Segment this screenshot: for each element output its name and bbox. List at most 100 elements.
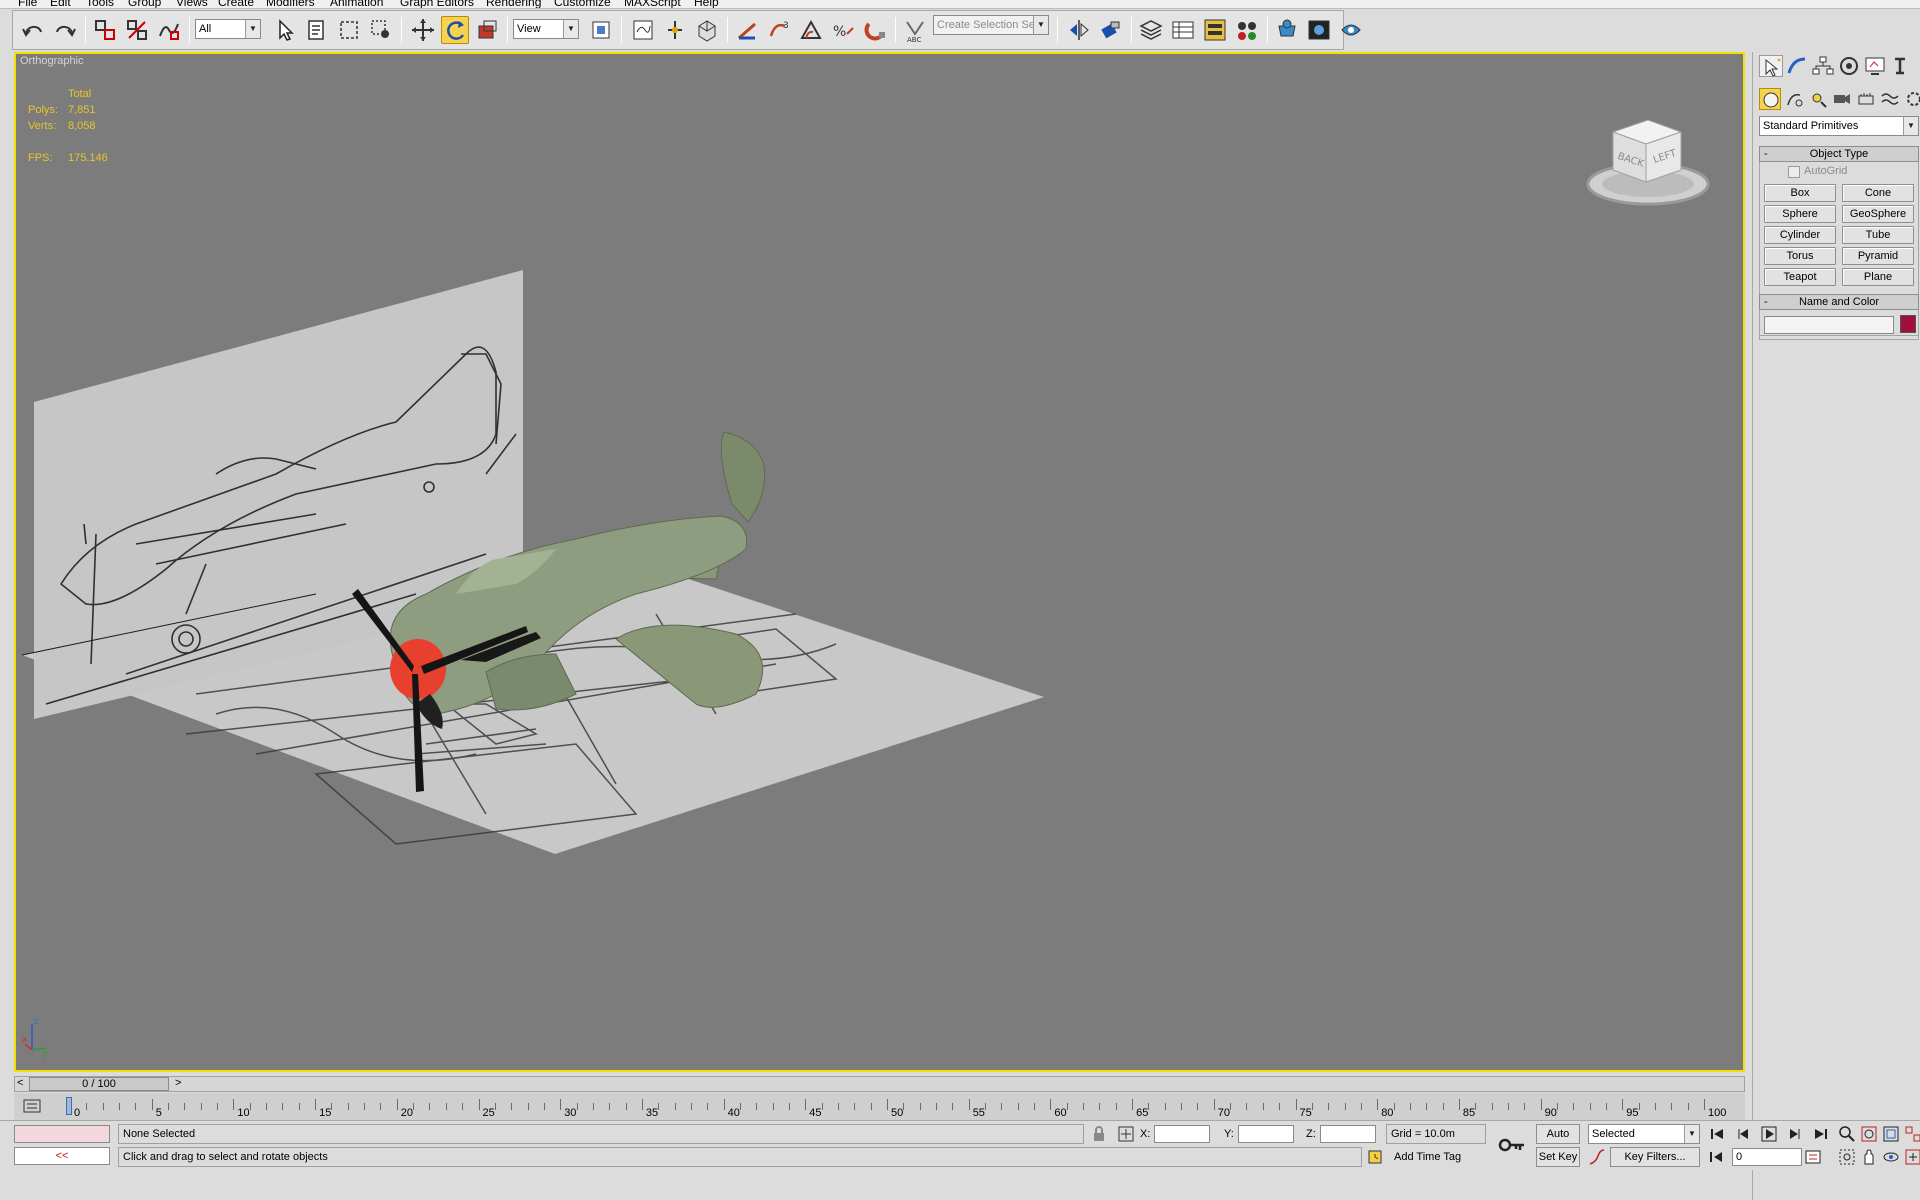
named-selection-set-dropdown[interactable]: Create Selection Set ▼ [933,15,1049,35]
select-and-manipulate-icon[interactable] [629,16,657,44]
display-tab-icon[interactable] [1863,55,1887,77]
space-warps-category-icon[interactable] [1879,88,1901,110]
select-and-move-icon[interactable] [409,16,437,44]
menu-edit[interactable]: Edit [50,0,71,8]
torus-button[interactable]: Torus [1764,247,1836,265]
set-key-mode-icon[interactable] [1496,1129,1528,1161]
menu-group[interactable]: Group [128,0,161,8]
object-color-swatch[interactable] [1900,315,1916,333]
object-type-rollout-header[interactable]: - Object Type [1759,146,1919,162]
select-and-rotate-icon[interactable] [441,16,469,44]
zoom-all-icon[interactable] [1860,1125,1878,1143]
go-to-start-icon[interactable] [1708,1125,1726,1143]
curve-editor-icon[interactable] [1201,16,1229,44]
angle-snap-icon[interactable] [733,16,761,44]
spinner-snap-icon[interactable] [797,16,825,44]
default-in-out-tangents-icon[interactable] [1588,1148,1606,1166]
select-by-name-icon[interactable] [303,16,331,44]
menu-help[interactable]: Help [694,0,719,8]
object-name-input[interactable] [1764,316,1894,334]
select-and-scale-icon[interactable] [473,16,501,44]
menu-tools[interactable]: Tools [86,0,114,8]
orbit-icon[interactable] [1882,1148,1900,1166]
lights-category-icon[interactable] [1807,88,1829,110]
keyboard-shortcut-override-icon[interactable] [661,16,689,44]
viewport-label[interactable]: Orthographic [20,55,84,67]
time-slider-handle[interactable]: 0 / 100 [29,1077,169,1091]
sphere-button[interactable]: Sphere [1764,205,1836,223]
z-coordinate-input[interactable] [1320,1125,1376,1143]
render-production-icon[interactable] [1337,16,1361,44]
select-object-icon[interactable] [271,16,299,44]
auto-key-button[interactable]: Auto Key [1536,1124,1580,1158]
maximize-viewport-icon[interactable] [1904,1148,1920,1166]
undo-icon[interactable] [19,16,47,44]
menu-customize[interactable]: Customize [554,0,611,8]
menu-animation[interactable]: Animation [330,0,383,8]
cameras-category-icon[interactable] [1831,88,1853,110]
helpers-category-icon[interactable] [1855,88,1877,110]
menu-modifiers[interactable]: Modifiers [266,0,315,8]
go-to-end-icon[interactable] [1812,1125,1830,1143]
use-pivot-center-icon[interactable] [587,16,615,44]
y-coordinate-input[interactable] [1238,1125,1294,1143]
zoom-extents-all-icon[interactable] [1904,1125,1920,1143]
play-icon[interactable] [1760,1125,1778,1143]
render-setup-icon[interactable] [1305,16,1333,44]
time-tag-icon[interactable] [1366,1148,1384,1166]
time-configuration-icon[interactable] [1804,1148,1822,1166]
schematic-view-icon[interactable] [1233,16,1261,44]
systems-category-icon[interactable] [1903,88,1920,110]
zoom-icon[interactable] [1838,1125,1856,1143]
layer-manager-icon[interactable] [1137,16,1165,44]
pan-view-icon[interactable] [1860,1148,1878,1166]
window-crossing-icon[interactable] [367,16,395,44]
maxscript-listener-input[interactable] [14,1125,110,1143]
maxscript-listener-output[interactable]: << [14,1147,110,1165]
object-category-dropdown[interactable]: Standard Primitives ▼ [1759,116,1919,136]
menu-graph-editors[interactable]: Graph Editors [400,0,474,8]
plane-button[interactable]: Plane [1842,268,1914,286]
next-frame-icon[interactable] [1786,1125,1804,1143]
modify-tab-icon[interactable] [1785,55,1809,77]
mirror-icon[interactable] [1065,16,1093,44]
menu-rendering[interactable]: Rendering [486,0,541,8]
absolute-mode-icon[interactable] [1117,1125,1135,1143]
unlink-selection-icon[interactable] [123,16,151,44]
autogrid-checkbox[interactable] [1788,166,1800,178]
snaps-toggle-icon[interactable] [693,16,721,44]
set-key-button[interactable]: Set Key [1536,1147,1580,1167]
name-and-color-rollout-header[interactable]: - Name and Color [1759,294,1919,310]
cone-button[interactable]: Cone [1842,184,1914,202]
lock-selection-icon[interactable] [1090,1125,1108,1143]
scene-canvas[interactable] [16,54,1745,1072]
viewcube[interactable]: BACK LEFT [1583,112,1713,212]
perspective-viewport[interactable]: Orthographic Total Polys: 7,851 Verts: 8… [14,52,1745,1072]
zoom-region-icon[interactable] [1838,1148,1856,1166]
key-mode-toggle-icon[interactable] [1708,1148,1726,1166]
track-bar[interactable]: 0 5 10 15 20 25 30 35 40 45 50 55 60 65 70 75 80 85 90 95 10… [14,1093,1745,1121]
x-coordinate-input[interactable] [1154,1125,1210,1143]
tube-button[interactable]: Tube [1842,226,1914,244]
key-mode-dropdown[interactable]: Selected ▼ [1588,1124,1700,1144]
material-editor-icon[interactable] [1273,16,1301,44]
shapes-category-icon[interactable] [1783,88,1805,110]
redo-icon[interactable] [51,16,79,44]
current-time-marker[interactable] [66,1097,72,1115]
bind-to-space-warp-icon[interactable] [155,16,183,44]
rectangular-selection-icon[interactable] [335,16,363,44]
motion-tab-icon[interactable] [1837,55,1861,77]
selection-filter-dropdown[interactable]: All ▼ [195,19,261,39]
time-slider-next-button[interactable]: > [175,1077,181,1089]
edit-named-selections-icon[interactable]: % [829,16,857,44]
align-icon[interactable] [1097,16,1125,44]
cylinder-button[interactable]: Cylinder [1764,226,1836,244]
hierarchy-tab-icon[interactable] [1811,55,1835,77]
pyramid-button[interactable]: Pyramid [1842,247,1914,265]
teapot-button[interactable]: Teapot [1764,268,1836,286]
graphite-modeling-tools-icon[interactable] [1169,16,1197,44]
menu-create[interactable]: Create [218,0,254,8]
create-tab-icon[interactable] [1759,55,1783,77]
menu-maxscript[interactable]: MAXScript [624,0,681,8]
key-filters-button[interactable]: Key Filters... [1610,1147,1700,1167]
